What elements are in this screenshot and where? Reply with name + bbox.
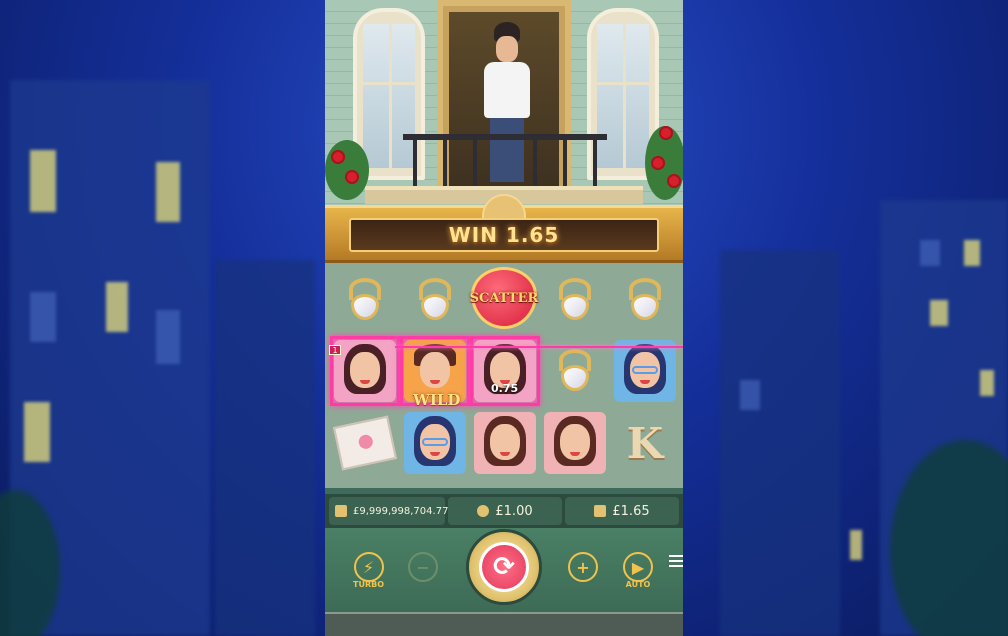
- win-amount-text: WIN 1.65: [448, 223, 560, 247]
- symbol-girl-brown: [470, 408, 540, 478]
- background-window: [740, 380, 760, 410]
- background-building: [720, 250, 840, 636]
- multiplier-label: 0.75: [491, 382, 519, 395]
- background-window: [930, 300, 948, 326]
- rose-icon: [667, 174, 681, 188]
- win-banner: WIN 1.65: [325, 194, 683, 263]
- info-bar: £9,999,998,704.77 £1.00 £1.65: [325, 494, 683, 528]
- background-window: [156, 310, 180, 364]
- payline-number-badge: 1: [329, 345, 341, 355]
- coins-icon: [477, 505, 490, 517]
- symbol-scatter: SCATTER: [469, 263, 539, 333]
- plus-icon: +: [568, 552, 598, 582]
- wallet-icon: [335, 505, 347, 517]
- game-panel: WIN 1.65 SCATTER WILD 0.75 K 1 £9,999,99…: [325, 0, 683, 636]
- rose-icon: [345, 170, 359, 184]
- background-window: [980, 370, 994, 396]
- rose-icon: [659, 126, 673, 140]
- background-window: [24, 402, 50, 462]
- symbol-girl-brown: [540, 408, 610, 478]
- background-window: [850, 530, 862, 560]
- letter-k-text: K: [626, 418, 664, 468]
- background-window: [30, 292, 56, 342]
- minus-icon: −: [408, 552, 438, 582]
- building-facade: [325, 0, 683, 215]
- spin-button[interactable]: ⟳: [466, 529, 542, 605]
- balance-display: £9,999,998,704.77: [329, 497, 449, 525]
- background-window: [964, 240, 980, 266]
- bottom-strip: [325, 612, 683, 636]
- win-icon: [594, 505, 607, 517]
- balance-value: £9,999,998,704.77: [353, 505, 449, 517]
- game-screen: WIN 1.65 SCATTER WILD 0.75 K 1 £9,999,99…: [0, 0, 1008, 636]
- symbol-locket: [400, 265, 470, 335]
- reel-grid: SCATTER WILD 0.75 K: [325, 263, 683, 488]
- balcony-railing: [403, 134, 607, 192]
- plant-leaves: [325, 140, 369, 200]
- rose-icon: [651, 156, 665, 170]
- rose-icon: [331, 150, 345, 164]
- win-display: £1.65: [565, 497, 679, 525]
- win-value: £1.65: [612, 503, 650, 519]
- envelope-icon: [333, 415, 397, 471]
- symbol-letter-k: K: [610, 408, 680, 478]
- lightning-icon: ⚡: [353, 552, 384, 582]
- symbol-locket: [540, 265, 610, 335]
- wild-label: WILD: [413, 391, 461, 409]
- background-window: [106, 282, 128, 332]
- auto-label: AUTO: [625, 580, 651, 589]
- symbol-locket: [610, 265, 680, 335]
- increase-bet-button[interactable]: +: [568, 552, 598, 582]
- menu-button[interactable]: [669, 555, 683, 569]
- symbol-girl-blue: [400, 408, 470, 478]
- symbol-love-letter: [330, 408, 400, 478]
- bet-display: £1.00: [448, 497, 562, 525]
- refresh-icon: ⟳: [479, 542, 529, 592]
- turbo-button[interactable]: ⚡ TURBO: [353, 552, 384, 589]
- winning-payline: [395, 346, 683, 348]
- background-window: [30, 150, 56, 212]
- symbol-locket: [330, 265, 400, 335]
- hamburger-icon: [669, 555, 683, 557]
- play-icon: ▶: [623, 552, 653, 582]
- turbo-label: TURBO: [353, 580, 385, 589]
- bet-value: £1.00: [495, 503, 533, 519]
- background-building: [215, 260, 315, 636]
- scatter-heart-icon: SCATTER: [469, 267, 539, 329]
- background-window: [156, 162, 180, 222]
- auto-spin-button[interactable]: ▶ AUTO: [623, 552, 653, 589]
- scatter-label: SCATTER: [469, 290, 539, 306]
- background-window: [920, 240, 940, 266]
- decrease-bet-button[interactable]: −: [408, 552, 438, 582]
